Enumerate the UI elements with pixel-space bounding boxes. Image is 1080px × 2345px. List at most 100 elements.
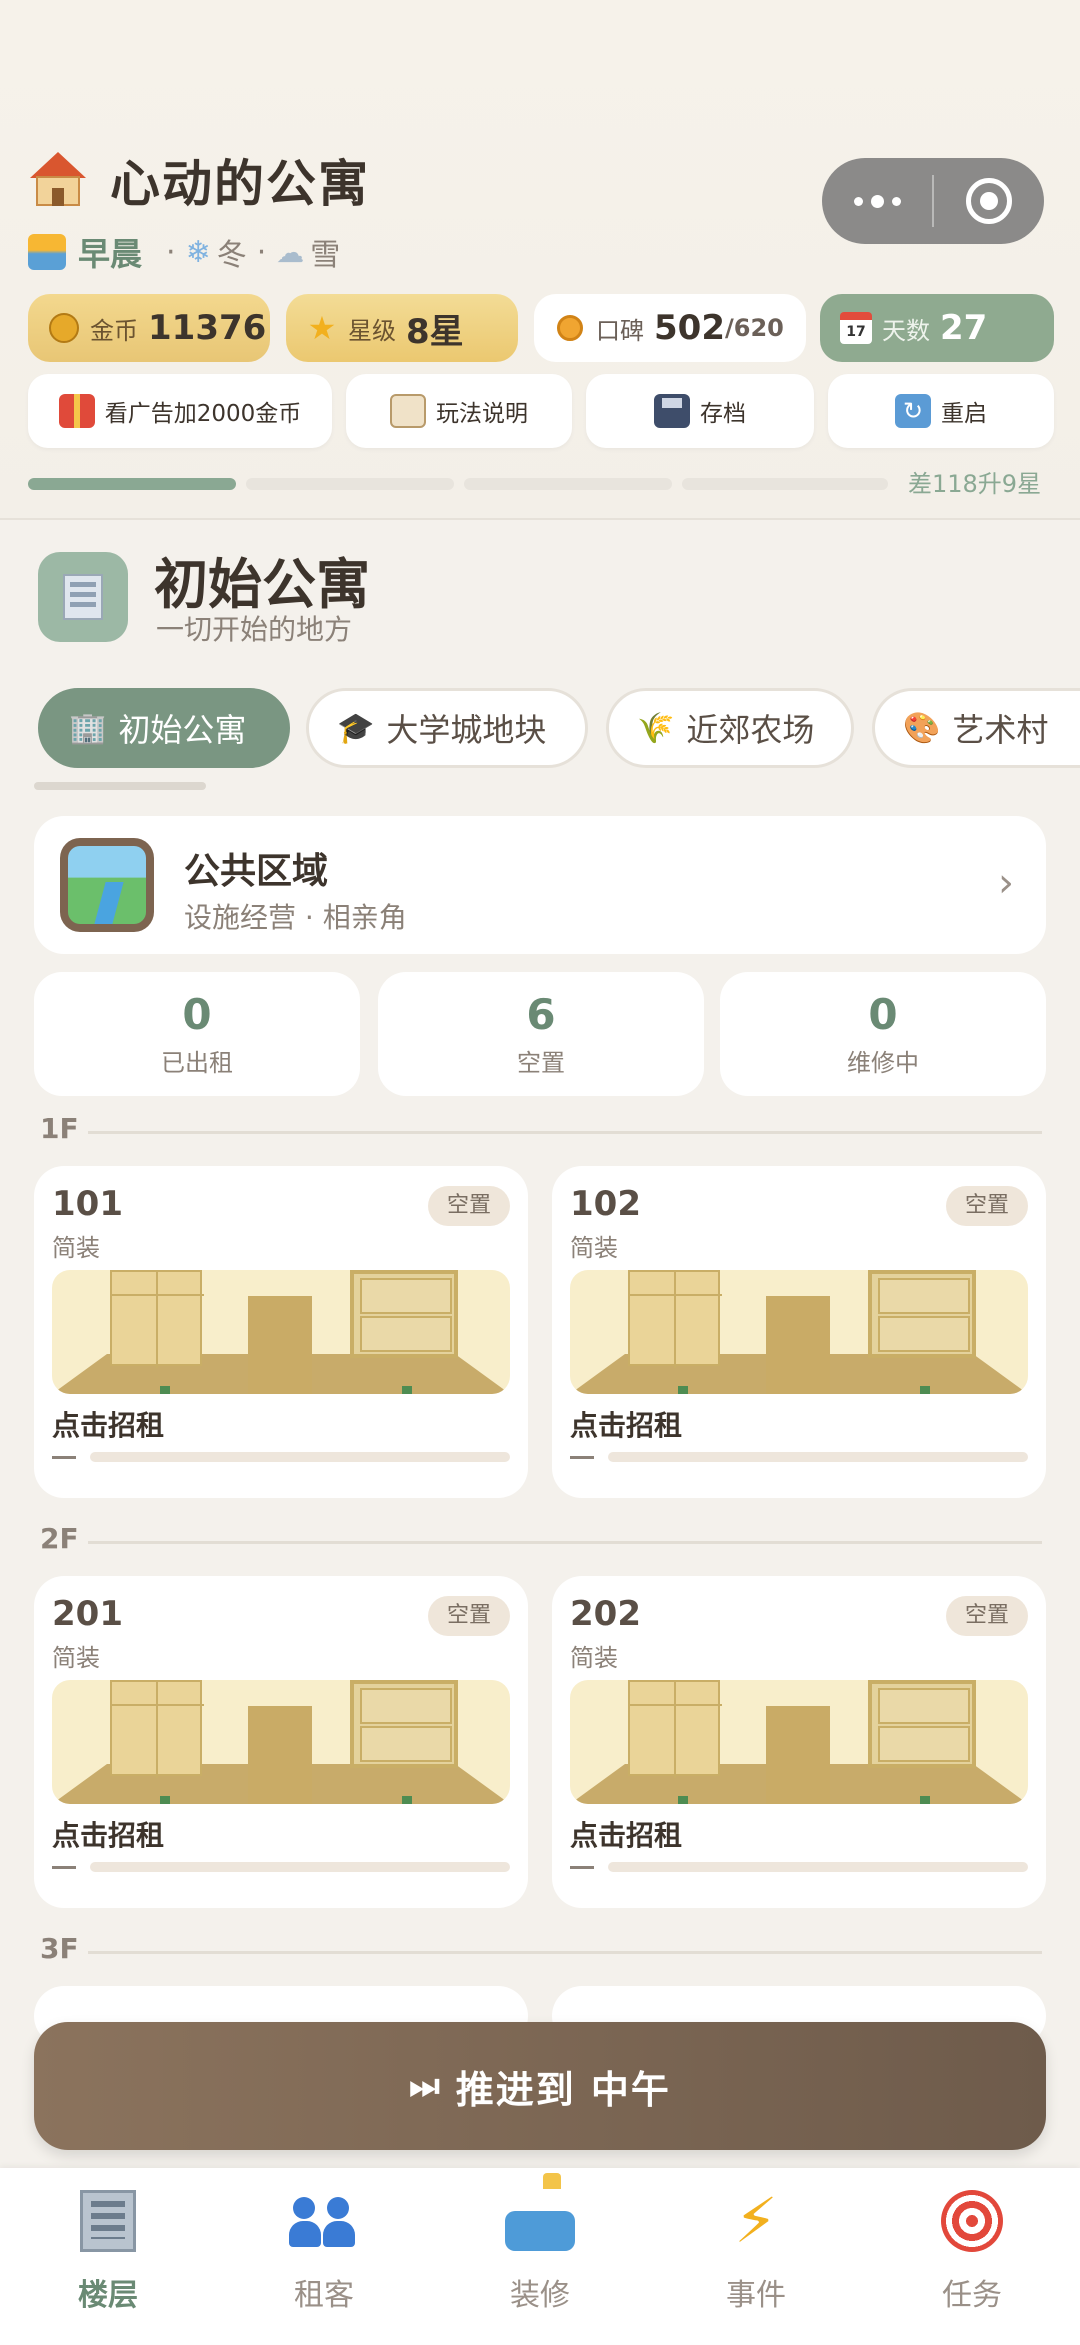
floor-divider bbox=[88, 1131, 1042, 1134]
people-icon bbox=[289, 2191, 359, 2251]
room-type: 简装 bbox=[52, 1234, 100, 1262]
gold-value: 11376 bbox=[148, 308, 267, 348]
reputation-label: 口碑 bbox=[596, 316, 644, 345]
palette-icon: 🎨 bbox=[903, 710, 941, 746]
star-label: 星级 bbox=[348, 316, 396, 345]
tab-starter-apartment[interactable]: 🏢 初始公寓 bbox=[38, 688, 290, 768]
advance-time-button[interactable]: ⏭ 推进到 中午 bbox=[34, 2022, 1046, 2150]
room-number: 102 bbox=[570, 1184, 641, 1224]
days-pill: 17 天数 27 bbox=[820, 294, 1054, 362]
public-area-card[interactable]: 公共区域 设施经营 · 相亲角 › bbox=[34, 816, 1046, 954]
lightning-icon: ⚡ bbox=[734, 2184, 778, 2257]
room-illustration bbox=[52, 1270, 510, 1394]
tab-suburban-farm[interactable]: 🌾 近郊农场 bbox=[606, 688, 854, 768]
room-illustration bbox=[52, 1680, 510, 1804]
tab-art-village[interactable]: 🎨 艺术村 bbox=[872, 688, 1080, 768]
room-card[interactable]: 101 简装 空置 点击招租 bbox=[34, 1166, 528, 1498]
star-progress-text: 差118升9星 bbox=[908, 470, 1042, 498]
room-type: 简装 bbox=[52, 1644, 100, 1672]
book-icon bbox=[390, 394, 426, 428]
floor-divider bbox=[88, 1951, 1042, 1954]
season: 冬 bbox=[216, 238, 247, 273]
guide-button[interactable]: 玩法说明 bbox=[346, 374, 572, 448]
graduation-cap-icon: 🎓 bbox=[337, 710, 375, 746]
building-icon bbox=[80, 2190, 136, 2252]
room-number: 101 bbox=[52, 1184, 123, 1224]
counter-vacant: 6 空置 bbox=[378, 972, 704, 1096]
star-progress-segment-1 bbox=[28, 478, 236, 490]
floor-divider bbox=[88, 1541, 1042, 1544]
room-number: 202 bbox=[570, 1594, 641, 1634]
star-pill: ★ 星级 8星 bbox=[286, 294, 518, 362]
building-subtitle: 一切开始的地方 bbox=[156, 613, 353, 646]
house-icon bbox=[28, 150, 88, 210]
close-miniprogram-icon[interactable] bbox=[934, 178, 1044, 224]
room-illustration bbox=[570, 1680, 1028, 1804]
floppy-disk-icon bbox=[654, 394, 690, 428]
chevron-right-icon: › bbox=[998, 860, 1014, 906]
public-area-title: 公共区域 bbox=[184, 851, 329, 892]
counter-repairing: 0 维修中 bbox=[720, 972, 1046, 1096]
star-icon: ★ bbox=[307, 309, 337, 347]
room-progress-bar bbox=[90, 1452, 510, 1462]
time-of-day: 早晨 bbox=[78, 235, 143, 273]
snow-cloud-icon: ☁ bbox=[276, 235, 305, 269]
calendar-icon: 17 bbox=[840, 312, 872, 344]
tab-scroll-indicator bbox=[34, 782, 206, 790]
room-card[interactable]: 202 简装 空置 点击招租 bbox=[552, 1576, 1046, 1908]
rent-out-label: 点击招租 bbox=[52, 1819, 165, 1852]
star-progress-segment-2 bbox=[246, 478, 454, 490]
restart-icon: ↻ bbox=[895, 394, 931, 428]
coin-icon bbox=[49, 313, 79, 343]
nav-floors[interactable]: 楼层 bbox=[0, 2186, 216, 2314]
public-area-subtitle: 设施经营 · 相亲角 bbox=[184, 901, 407, 934]
more-menu-icon[interactable] bbox=[822, 194, 932, 208]
gold-label: 金币 bbox=[90, 316, 138, 345]
gold-pill: 金币 11376 bbox=[28, 294, 270, 362]
status-badge: 空置 bbox=[428, 1596, 510, 1636]
room-card[interactable]: 102 简装 空置 点击招租 bbox=[552, 1166, 1046, 1498]
weather: 雪 bbox=[310, 238, 341, 273]
save-button[interactable]: 存档 bbox=[586, 374, 814, 448]
nav-events[interactable]: ⚡ 事件 bbox=[648, 2186, 864, 2314]
mini-program-capsule[interactable] bbox=[822, 158, 1044, 244]
room-progress-bar bbox=[608, 1862, 1028, 1872]
app-header: 心动的公寓 bbox=[28, 148, 370, 213]
gift-icon bbox=[58, 394, 95, 428]
rent-out-label: 点击招租 bbox=[570, 1819, 683, 1852]
days-value: 27 bbox=[940, 308, 988, 348]
reputation-max: /620 bbox=[724, 314, 784, 342]
watch-ad-button[interactable]: 看广告加2000金币 bbox=[28, 374, 332, 448]
snowflake-icon: ❄ bbox=[185, 234, 211, 270]
floor-label: 3F bbox=[40, 1932, 79, 1965]
status-badge: 空置 bbox=[946, 1186, 1028, 1226]
nav-decoration[interactable]: 装修 bbox=[432, 2173, 648, 2314]
rent-out-label: 点击招租 bbox=[52, 1409, 165, 1442]
star-progress-segment-3 bbox=[464, 478, 672, 490]
restart-button[interactable]: ↻ 重启 bbox=[828, 374, 1054, 448]
medal-icon bbox=[557, 315, 583, 341]
room-progress-bar bbox=[90, 1862, 510, 1872]
room-illustration bbox=[570, 1270, 1028, 1394]
floor-label: 1F bbox=[40, 1112, 79, 1145]
room-card[interactable]: 201 简装 空置 点击招租 bbox=[34, 1576, 528, 1908]
star-progress-segment-4 bbox=[682, 478, 888, 490]
room-type: 简装 bbox=[570, 1644, 618, 1672]
tab-university-town[interactable]: 🎓 大学城地块 bbox=[306, 688, 588, 768]
wheat-icon: 🌾 bbox=[637, 710, 675, 746]
status-badge: 空置 bbox=[946, 1596, 1028, 1636]
sofa-icon bbox=[505, 2173, 575, 2251]
room-number: 201 bbox=[52, 1594, 123, 1634]
reputation-value: 502 bbox=[654, 308, 725, 348]
rent-out-label: 点击招租 bbox=[570, 1409, 683, 1442]
reputation-pill: 口碑 502 /620 bbox=[534, 294, 806, 362]
fast-forward-icon: ⏭ bbox=[409, 2066, 442, 2106]
nav-tenants[interactable]: 租客 bbox=[216, 2186, 432, 2314]
header-divider bbox=[0, 518, 1080, 520]
sunrise-icon bbox=[28, 234, 66, 270]
counter-rented: 0 已出租 bbox=[34, 972, 360, 1096]
days-label: 天数 bbox=[882, 316, 930, 345]
status-row: 早晨 · ❄ 冬 · ☁ 雪 bbox=[28, 230, 340, 274]
nav-tasks[interactable]: 任务 bbox=[864, 2186, 1080, 2314]
app-title: 心动的公寓 bbox=[110, 155, 370, 213]
